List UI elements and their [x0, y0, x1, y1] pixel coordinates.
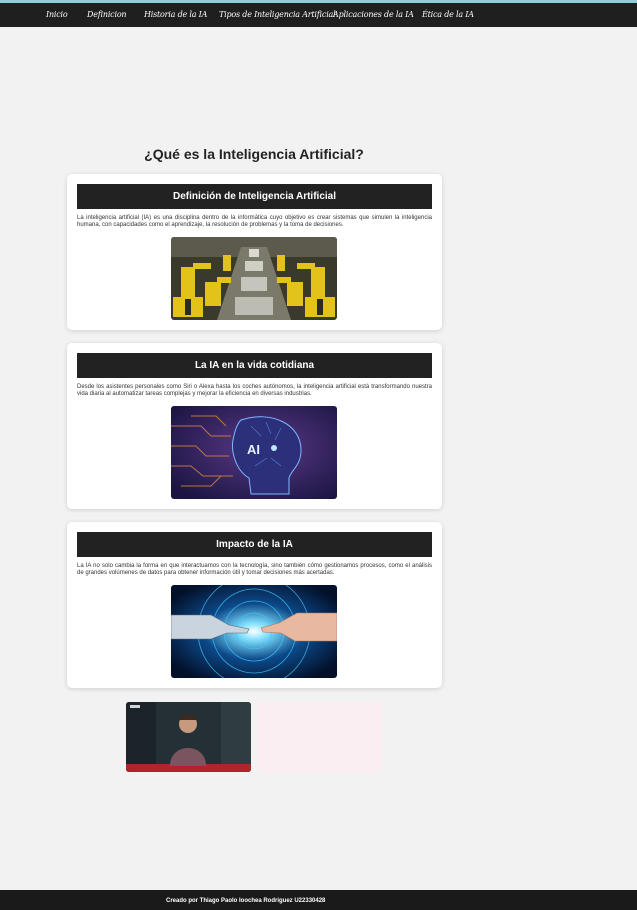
card-impacto: Impacto de la IA La IA no solo cambia la… — [67, 522, 442, 688]
card-title: La IA en la vida cotidiana — [77, 353, 432, 378]
robot-human-hands-image — [171, 585, 337, 678]
ai-label: AI — [247, 442, 260, 457]
nav-link-historia[interactable]: Historia de la IA — [144, 10, 207, 19]
card-text: Desde los asistentes personales como Sir… — [77, 384, 432, 397]
nav-link-etica[interactable]: Ética de la IA — [422, 10, 474, 19]
nav-link-inicio[interactable]: Inicio — [46, 10, 68, 19]
nav-link-tipos[interactable]: Tipos de Inteligencia Artificial — [219, 10, 336, 19]
card-vida-cotidiana: La IA en la vida cotidiana Desde los asi… — [67, 343, 442, 509]
blank-video[interactable] — [257, 702, 382, 772]
robotic-assembly-image — [171, 237, 337, 320]
nav-link-definicion[interactable]: Definicion — [87, 10, 127, 19]
card-text: La IA no solo cambia la forma en que int… — [77, 563, 432, 576]
page-title: ¿Qué es la Inteligencia Artificial? — [144, 146, 364, 162]
card-title: Impacto de la IA — [77, 532, 432, 557]
card-title: Definición de Inteligencia Artificial — [77, 184, 432, 209]
ai-head-image: AI — [171, 406, 337, 499]
card-definicion: Definición de Inteligencia Artificial La… — [67, 174, 442, 330]
presenter-video[interactable] — [126, 702, 251, 772]
footer-text: Creado por Thiago Paolo Ioochea Rodrigue… — [166, 898, 326, 904]
main-navbar: Inicio Definicion Historia de la IA Tipo… — [0, 3, 637, 27]
nav-link-aplicaciones[interactable]: Aplicaciones de la IA — [333, 10, 414, 19]
page-footer: Creado por Thiago Paolo Ioochea Rodrigue… — [0, 890, 637, 910]
card-text: La inteligencia artificial (IA) es una d… — [77, 215, 432, 228]
